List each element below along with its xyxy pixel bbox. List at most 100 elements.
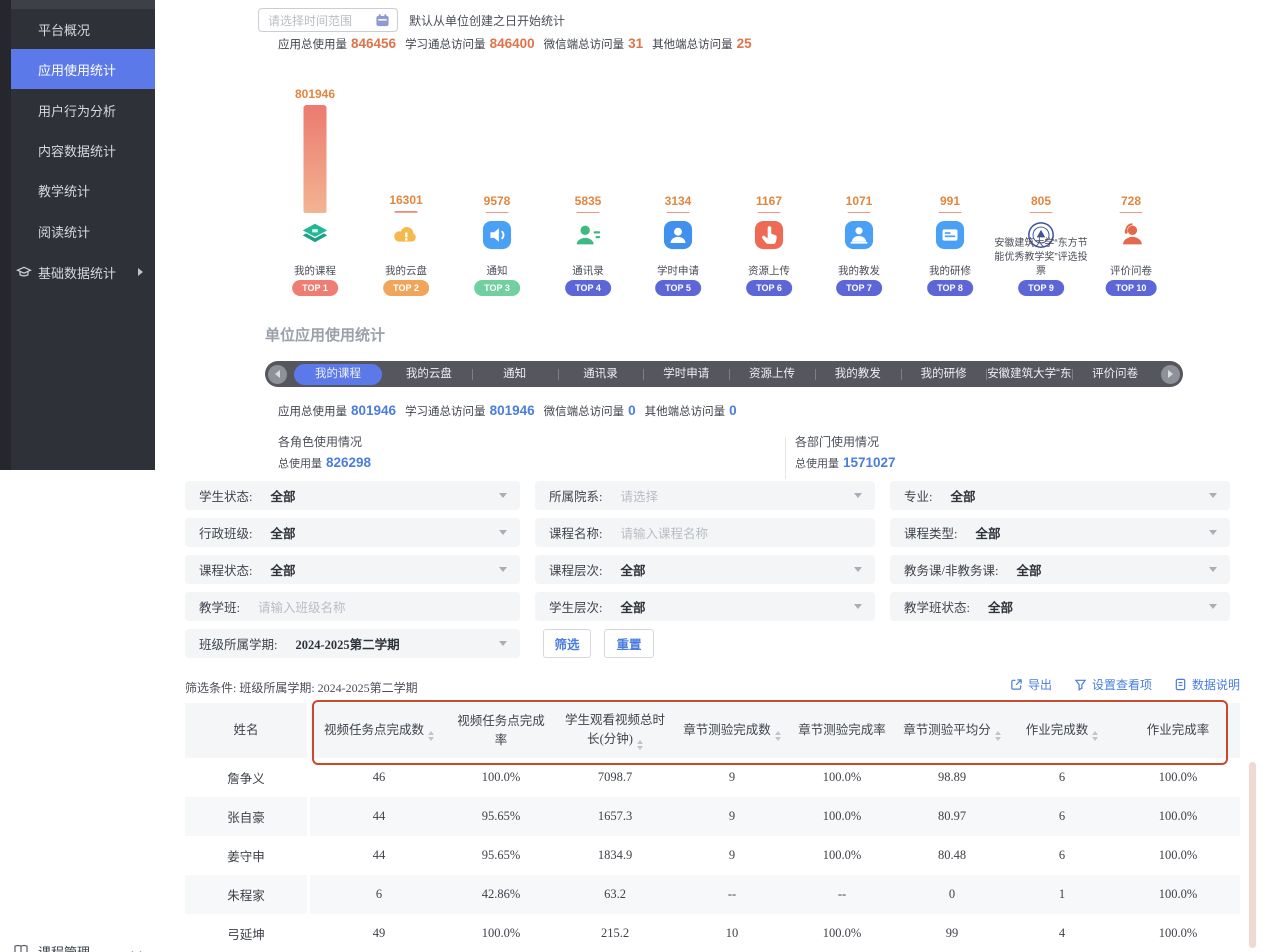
app-label: 资源上传 bbox=[721, 263, 817, 278]
course-stack-icon bbox=[300, 220, 330, 250]
sidebar-item-user-behavior[interactable]: 用户行为分析 bbox=[11, 90, 155, 130]
dropdown-arrow-icon bbox=[854, 493, 862, 498]
bar bbox=[848, 212, 871, 214]
tab-credit-hours[interactable]: 学时申请 bbox=[643, 364, 729, 385]
tab-my-courses[interactable]: 我的课程 bbox=[294, 364, 382, 385]
dropdown-arrow-icon bbox=[499, 567, 507, 572]
filter-course-type[interactable]: 课程类型:全部 bbox=[890, 518, 1230, 547]
col-header-video-watch-minutes[interactable]: 学生观看视频总时长(分钟) bbox=[554, 711, 676, 750]
bar-value: 16301 bbox=[356, 193, 456, 207]
col-header-quiz-rate: 章节测验完成率 bbox=[788, 721, 896, 740]
dropdown-arrow-icon bbox=[1209, 567, 1217, 572]
tab-resource-upload[interactable]: 资源上传 bbox=[729, 364, 815, 385]
vertical-scrollbar[interactable] bbox=[1249, 762, 1256, 948]
top-badge: TOP 9 bbox=[1018, 280, 1064, 296]
tab-scroll-right-button[interactable] bbox=[1161, 365, 1180, 384]
sidebar-item-reading-stats[interactable]: 阅读统计 bbox=[11, 211, 155, 251]
tab-evaluation[interactable]: 评价问卷 bbox=[1072, 364, 1158, 385]
col-header-quiz-avg[interactable]: 章节测验平均分 bbox=[896, 721, 1008, 741]
bar bbox=[667, 212, 690, 214]
date-range-input[interactable]: 请选择时间范围 bbox=[258, 8, 398, 32]
filter-major[interactable]: 专业:全部 bbox=[890, 481, 1230, 510]
col-header-video-tasks-done[interactable]: 视频任务点完成数 bbox=[310, 721, 448, 741]
filter-academic-course[interactable]: 教务课/非教务课:全部 bbox=[890, 555, 1230, 584]
tab-teacher-dev[interactable]: 我的教发 bbox=[815, 364, 901, 385]
sidebar-dark: 平台概况 应用使用统计 用户行为分析 内容数据统计 教学统计 阅读统计 基础数据… bbox=[0, 0, 155, 470]
top-badge: TOP 10 bbox=[1106, 280, 1157, 296]
dropdown-arrow-icon bbox=[499, 530, 507, 535]
filter-course-name[interactable]: 课程名称:请输入课程名称 bbox=[535, 518, 875, 547]
sidebar-item-teaching-stats[interactable]: 教学统计 bbox=[11, 170, 155, 210]
top-badge: TOP 6 bbox=[746, 280, 792, 296]
tab-my-training[interactable]: 我的研修 bbox=[901, 364, 987, 385]
app-label: 学时申请 bbox=[630, 263, 726, 278]
filter-student-status[interactable]: 学生状态:全部 bbox=[185, 481, 520, 510]
filter-button[interactable]: 筛选 bbox=[543, 629, 591, 658]
dropdown-arrow-icon bbox=[854, 567, 862, 572]
tab-scroll-left-button[interactable] bbox=[268, 365, 287, 384]
panel-divider bbox=[785, 437, 786, 479]
chart-column: 16301 我的云盘 TOP 2 bbox=[362, 90, 450, 302]
app-usage-statistics-page: 平台概况 应用使用统计 用户行为分析 内容数据统计 教学统计 阅读统计 基础数据… bbox=[0, 0, 1269, 952]
sidebar-item-basic-data-stats[interactable]: 基础数据统计 bbox=[11, 252, 155, 292]
export-link[interactable]: 导出 bbox=[1010, 676, 1052, 693]
speaker-icon bbox=[482, 220, 512, 250]
table-row: 弓延坤49100.0%215.210100.0%994100.0% bbox=[185, 914, 1240, 952]
filter-teaching-class[interactable]: 教学班:请输入班级名称 bbox=[185, 592, 520, 621]
table-row: 朱程家642.86%63.2----01100.0% bbox=[185, 875, 1240, 914]
arrow-right-icon bbox=[1168, 370, 1173, 378]
chart-column: 5835 通讯录 TOP 4 bbox=[544, 90, 632, 302]
sidebar-item-platform-overview[interactable]: 平台概况 bbox=[11, 9, 155, 49]
top-badge: TOP 5 bbox=[655, 280, 701, 296]
table-body: 詹争义46100.0%7098.79100.0%98.896100.0% 张自豪… bbox=[185, 758, 1240, 952]
teacher-icon bbox=[844, 220, 874, 250]
filter-teaching-class-status[interactable]: 教学班状态:全部 bbox=[890, 592, 1230, 621]
bar-value: 1167 bbox=[719, 194, 819, 208]
top-badge: TOP 3 bbox=[474, 280, 520, 296]
bar-value: 991 bbox=[900, 194, 1000, 208]
filter-course-status[interactable]: 课程状态:全部 bbox=[185, 555, 520, 584]
top-badge: TOP 2 bbox=[383, 280, 429, 296]
tab-notifications[interactable]: 通知 bbox=[472, 364, 558, 385]
dropdown-arrow-icon bbox=[1209, 604, 1217, 609]
col-header-quiz-done[interactable]: 章节测验完成数 bbox=[676, 721, 788, 741]
app-usage-top10-chart: 801946 我的课程 TOP 1 16301 我的云盘 TOP 2 9578 … bbox=[265, 90, 1183, 302]
bar-value: 801946 bbox=[265, 87, 365, 101]
filter-class-semester[interactable]: 班级所属学期:2024-2025第二学期 bbox=[185, 629, 520, 658]
col-header-video-tasks-rate: 视频任务点完成率 bbox=[448, 712, 554, 750]
app-label: 评价问卷 bbox=[1083, 263, 1179, 278]
sidebar-item-app-usage-stats[interactable]: 应用使用统计 bbox=[11, 49, 155, 89]
sidebar-item-content-data[interactable]: 内容数据统计 bbox=[11, 130, 155, 170]
app-label: 我的课程 bbox=[267, 263, 363, 278]
filter-student-level[interactable]: 学生层次:全部 bbox=[535, 592, 875, 621]
app-label: 安徽建筑大学“东方节能优秀教学奖”评选投票 bbox=[993, 237, 1089, 279]
data-description-link[interactable]: 数据说明 bbox=[1174, 676, 1240, 693]
bar bbox=[758, 212, 781, 214]
tab-my-cloud[interactable]: 我的云盘 bbox=[386, 364, 472, 385]
chart-column: 9578 通知 TOP 3 bbox=[453, 90, 541, 302]
filter-condition-text: 筛选条件: 班级所属学期: 2024-2025第二学期 bbox=[185, 679, 418, 696]
set-view-columns-link[interactable]: 设置查看项 bbox=[1074, 676, 1152, 693]
filter-course-level[interactable]: 课程层次:全部 bbox=[535, 555, 875, 584]
top-badge: TOP 8 bbox=[927, 280, 973, 296]
sidebar-light: 课程管理 用户管理 组织架构 系统统计 课程统计 教学统计 学习统计 选课统计 … bbox=[0, 470, 155, 952]
app-label: 我的研修 bbox=[902, 263, 998, 278]
person-icon bbox=[663, 220, 693, 250]
sort-icon bbox=[428, 731, 434, 741]
bar-value: 728 bbox=[1081, 194, 1181, 208]
chart-column: 805 安徽建筑大学“东方节能优秀教学奖”评选投票 TOP 9 bbox=[997, 90, 1085, 302]
chevron-right-icon bbox=[138, 268, 143, 276]
summary-stats-line: 应用总使用量846456 学习通总访问量846400 微信端总访问量31 其他端… bbox=[278, 36, 761, 52]
filter-admin-class[interactable]: 行政班级:全部 bbox=[185, 518, 520, 547]
table-actions: 导出 设置查看项 数据说明 bbox=[1010, 676, 1240, 693]
bar bbox=[939, 212, 962, 214]
col-header-homework-done[interactable]: 作业完成数 bbox=[1008, 721, 1116, 741]
filter-department[interactable]: 所属院系:请选择 bbox=[535, 481, 875, 510]
bar bbox=[1030, 212, 1053, 214]
table-row: 姜守申4495.65%1834.99100.0%80.486100.0% bbox=[185, 836, 1240, 875]
chart-column: 3134 学时申请 TOP 5 bbox=[634, 90, 722, 302]
sidebar-item-course-management[interactable]: 课程管理 bbox=[0, 935, 155, 952]
reset-button[interactable]: 重置 bbox=[604, 629, 654, 658]
tab-contacts[interactable]: 通讯录 bbox=[558, 364, 644, 385]
tab-university-award[interactable]: 安徽建筑大学“东 bbox=[986, 364, 1072, 385]
